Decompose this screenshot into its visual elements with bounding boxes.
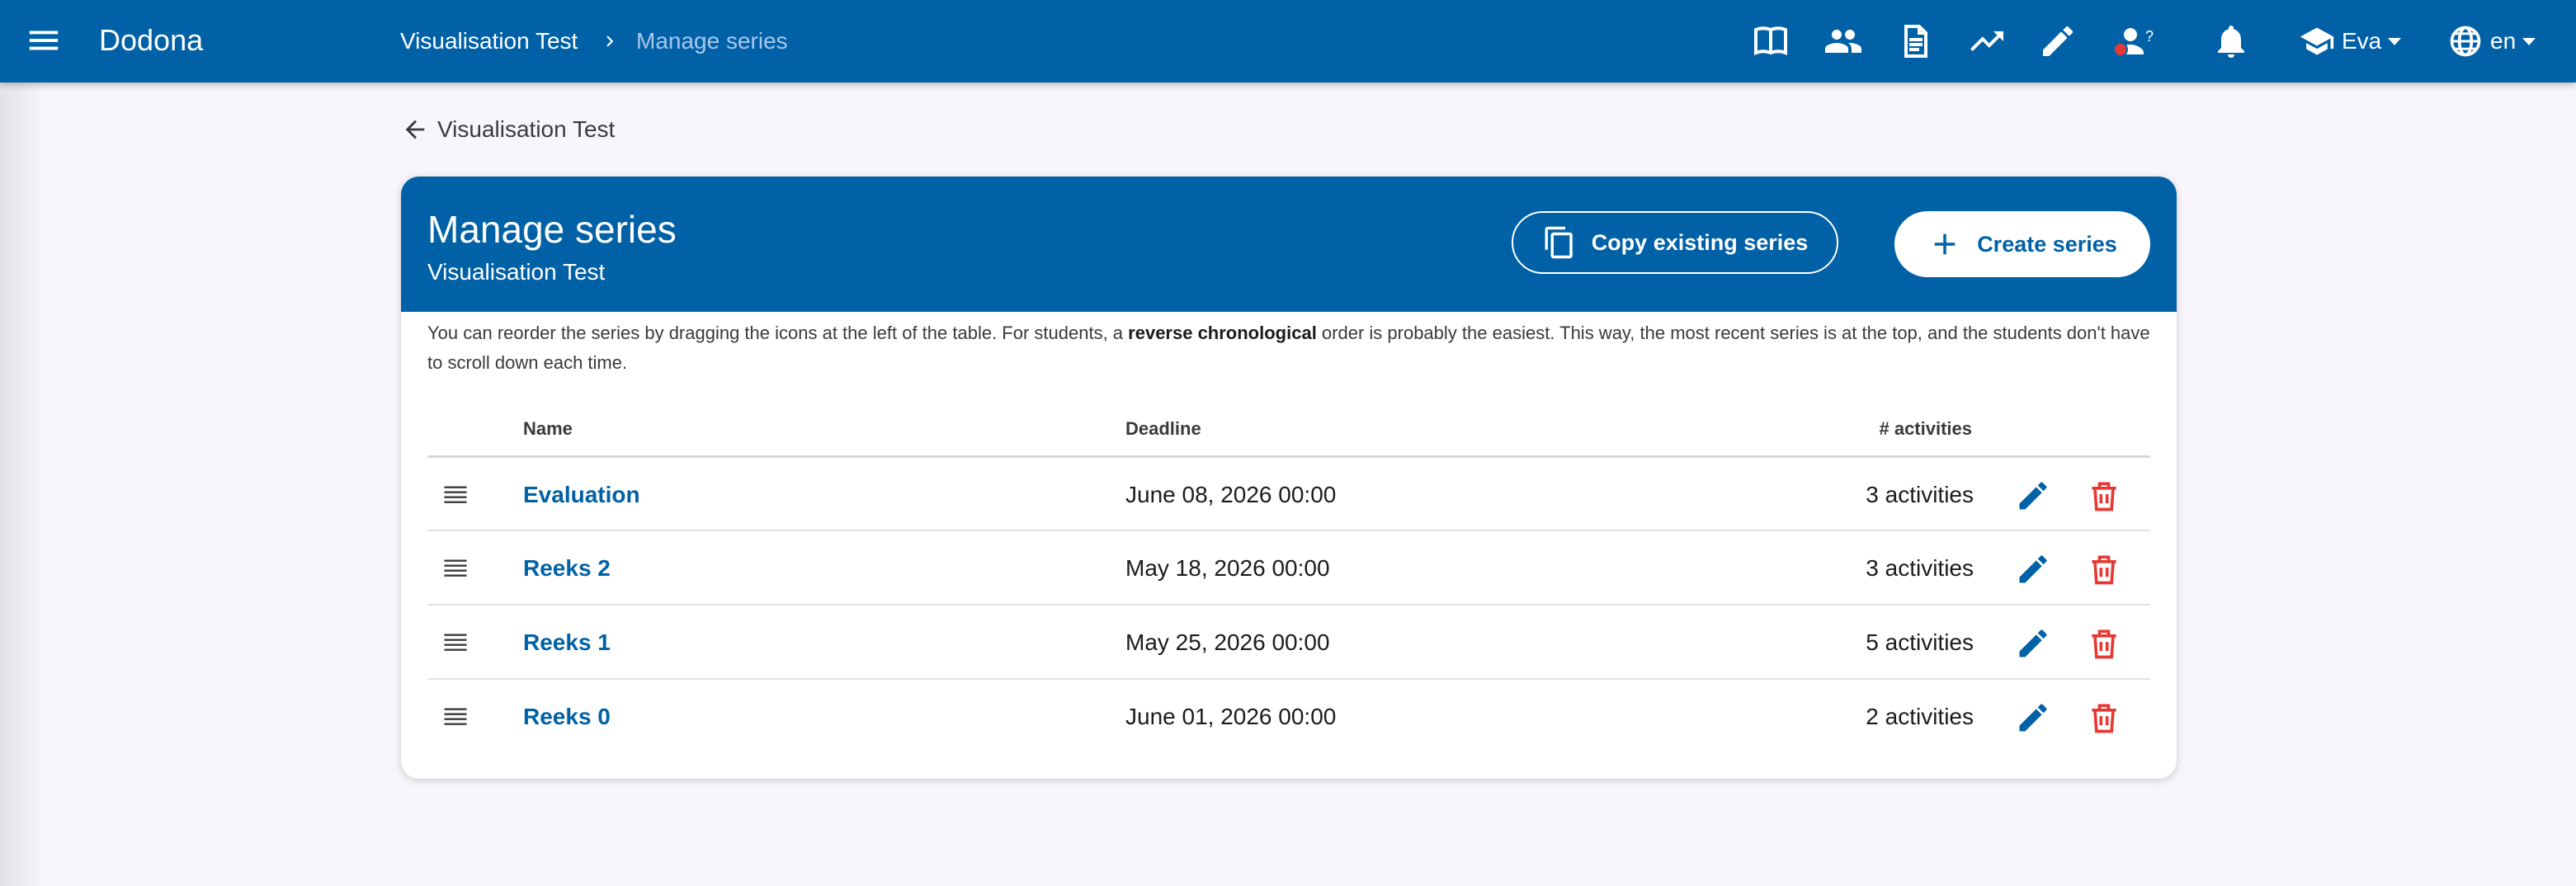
series-name-link[interactable]: Reeks 0: [523, 702, 611, 732]
breadcrumb-current: Manage series: [636, 28, 788, 54]
manage-series-card: Manage series Visualisation Test Copy ex…: [401, 177, 2177, 779]
series-activity-count: 2 activities: [1866, 704, 1974, 729]
series-deadline: June 08, 2026 00:00: [1125, 482, 1337, 507]
help-text: You can reorder the series by dragging t…: [427, 323, 2150, 373]
drag-handle-icon[interactable]: [441, 554, 470, 583]
app-title[interactable]: Dodona: [99, 21, 203, 59]
globe-icon: [2450, 26, 2481, 57]
delete-icon[interactable]: [2086, 700, 2122, 736]
table-row: Reeks 1 May 25, 2026 00:00 5 activities: [427, 604, 2150, 680]
back-link[interactable]: Visualisation Test: [401, 115, 615, 144]
delete-icon[interactable]: [2086, 478, 2122, 514]
copy-series-label: Copy existing series: [1591, 229, 1809, 255]
create-series-button[interactable]: Create series: [1894, 211, 2150, 277]
plus-icon: [1934, 233, 1956, 255]
series-activity-count: 5 activities: [1866, 629, 1974, 655]
table-row: Evaluation June 08, 2026 00:00 3 activitie…: [427, 455, 2150, 532]
drag-handle-icon[interactable]: [441, 702, 470, 732]
page-title: Manage series: [427, 208, 677, 251]
drag-handle-icon[interactable]: [441, 628, 470, 657]
edit-icon[interactable]: [2015, 551, 2051, 587]
menu-icon[interactable]: [25, 21, 63, 59]
school-icon: [2300, 27, 2334, 55]
column-header-name: Name: [523, 418, 573, 439]
trending-up-icon[interactable]: [1967, 21, 2007, 61]
top-app-bar: Dodona Visualisation Test Manage series …: [0, 0, 2576, 82]
bell-icon[interactable]: [2211, 21, 2251, 61]
library-icon[interactable]: [1751, 21, 1790, 61]
language-code: en: [2490, 28, 2517, 54]
column-header-activities: # activities: [1879, 418, 1972, 439]
delete-icon[interactable]: [2086, 551, 2122, 587]
pencil-icon[interactable]: [2038, 21, 2078, 61]
series-deadline: May 25, 2026 00:00: [1125, 629, 1330, 655]
copy-series-button[interactable]: Copy existing series: [1512, 211, 1838, 274]
back-link-label: Visualisation Test: [437, 116, 616, 142]
drag-handle-icon[interactable]: [441, 480, 470, 510]
create-series-label: Create series: [1977, 231, 2117, 257]
user-question-icon[interactable]: ?: [2109, 21, 2158, 61]
document-icon[interactable]: [1896, 21, 1936, 61]
user-menu[interactable]: Eva: [2299, 21, 2402, 61]
svg-text:?: ?: [2145, 28, 2154, 45]
series-deadline: May 18, 2026 00:00: [1125, 555, 1330, 581]
breadcrumb-course-link[interactable]: Visualisation Test: [400, 25, 578, 58]
series-name-link[interactable]: Reeks 1: [523, 628, 611, 657]
people-icon[interactable]: [1823, 21, 1863, 61]
edit-icon[interactable]: [2015, 478, 2051, 514]
delete-icon[interactable]: [2086, 625, 2122, 662]
arrow-left-icon: [405, 120, 425, 139]
page-subtitle: Visualisation Test: [427, 259, 606, 285]
table-row: Reeks 2 May 18, 2026 00:00 3 activities: [427, 530, 2150, 606]
caret-down-icon: [2388, 37, 2402, 45]
edit-icon[interactable]: [2015, 700, 2051, 736]
series-deadline: June 01, 2026 00:00: [1125, 704, 1337, 729]
edit-icon[interactable]: [2015, 625, 2051, 662]
copy-icon: [1545, 226, 1573, 259]
table-row: Reeks 0 June 01, 2026 00:00 2 activities: [427, 678, 2150, 754]
page-edge-shadow: [0, 82, 46, 886]
chevron-right-icon: [599, 26, 620, 56]
series-name-link[interactable]: Reeks 2: [523, 554, 611, 583]
series-activity-count: 3 activities: [1866, 482, 1974, 507]
column-header-deadline: Deadline: [1125, 418, 1201, 439]
user-name: Eva: [2342, 28, 2382, 54]
caret-down-icon: [2522, 37, 2536, 45]
series-activity-count: 3 activities: [1866, 555, 1974, 581]
series-name-link[interactable]: Evaluation: [523, 480, 640, 510]
card-header: Manage series Visualisation Test Copy ex…: [401, 177, 2177, 312]
language-menu[interactable]: en: [2447, 21, 2536, 61]
